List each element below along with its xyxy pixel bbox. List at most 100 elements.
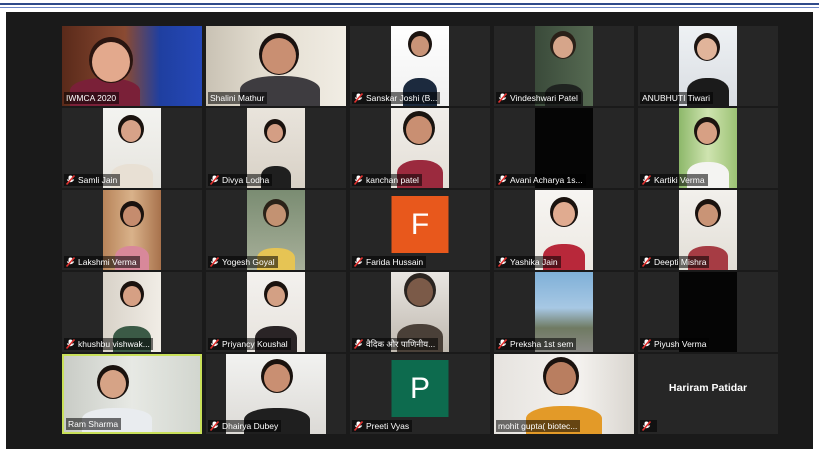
participant-name: Ram Sharma xyxy=(68,419,119,429)
participant-tile[interactable]: Priyancy Koushal xyxy=(206,272,346,352)
participant-name-label: Shalini Mathur xyxy=(208,92,268,104)
participant-name: Divya Lodha xyxy=(222,175,270,185)
participant-name: Preeti Vyas xyxy=(366,421,410,431)
muted-mic-icon xyxy=(641,256,652,268)
participant-name: Samli Jain xyxy=(78,175,118,185)
participant-name: mohit gupta( biotec... xyxy=(498,421,578,431)
participant-tile[interactable]: Yogesh Goyal xyxy=(206,190,346,270)
participant-tile[interactable]: IWMCA 2020 xyxy=(62,26,202,106)
participant-tile[interactable]: Vindeshwari Patel xyxy=(494,26,634,106)
muted-mic-icon xyxy=(497,256,508,268)
participant-name-label: Preeti Vyas xyxy=(352,420,413,432)
participant-name-label: Vindeshwari Patel xyxy=(496,92,581,104)
meeting-stage: IWMCA 2020 Shalini Mathur Sanskar Joshi (B… xyxy=(6,12,813,449)
participant-name: Avani Acharya 1s... xyxy=(510,175,583,185)
participant-name-label: mohit gupta( biotec... xyxy=(496,420,581,432)
participant-name-display: Hariram Patidar xyxy=(668,382,748,394)
participant-name: Deepti Mishra xyxy=(654,257,707,267)
muted-mic-icon xyxy=(497,174,508,186)
participant-tile[interactable]: khushbu vishwak... xyxy=(62,272,202,352)
participant-name-label: Samli Jain xyxy=(64,174,121,186)
muted-mic-icon xyxy=(209,420,220,432)
participant-tile[interactable]: F Farida Hussain xyxy=(350,190,490,270)
muted-mic-icon xyxy=(497,338,508,350)
participant-tile[interactable]: Sanskar Joshi (B... xyxy=(350,26,490,106)
muted-mic-icon xyxy=(353,420,364,432)
participant-name: ANUBHUTI Tiwari xyxy=(642,93,711,103)
muted-mic-icon xyxy=(353,338,364,350)
muted-mic-icon xyxy=(353,174,364,186)
participant-avatar: P xyxy=(391,360,449,417)
participant-tile[interactable]: kanchan patel xyxy=(350,108,490,188)
participant-name: Yashika Jain xyxy=(510,257,558,267)
participant-name-label: IWMCA 2020 xyxy=(64,92,120,104)
participant-name-label: Farida Hussain xyxy=(352,256,427,268)
participant-name: Piyush Verma xyxy=(654,339,707,349)
participant-tile[interactable]: Preksha 1st sem xyxy=(494,272,634,352)
participant-name: Shalini Mathur xyxy=(210,93,265,103)
participant-tile[interactable]: Avani Acharya 1s... xyxy=(494,108,634,188)
participant-name-label: Dhairya Dubey xyxy=(208,420,282,432)
muted-mic-icon xyxy=(353,92,364,104)
participant-tile[interactable]: mohit gupta( biotec... xyxy=(494,354,634,434)
participant-tile[interactable]: Kartiki Verma xyxy=(638,108,778,188)
participant-name: Kartiki Verma xyxy=(654,175,705,185)
participant-tile[interactable]: Hariram Patidar xyxy=(638,354,778,434)
participant-tile[interactable]: Samli Jain xyxy=(62,108,202,188)
participant-name: वैदिक और पाणिनीय... xyxy=(366,339,436,349)
participant-name-label: Piyush Verma xyxy=(640,338,710,350)
participant-name-label xyxy=(640,420,657,432)
top-border-line xyxy=(0,3,819,5)
participant-tile[interactable]: ANUBHUTI Tiwari xyxy=(638,26,778,106)
participant-name-label: वैदिक और पाणिनीय... xyxy=(352,338,439,350)
participant-name: IWMCA 2020 xyxy=(66,93,117,103)
participant-name: Vindeshwari Patel xyxy=(510,93,578,103)
participant-name: Farida Hussain xyxy=(366,257,424,267)
participant-name-label: Preksha 1st sem xyxy=(496,338,577,350)
muted-mic-icon xyxy=(209,338,220,350)
participant-tile[interactable]: Shalini Mathur xyxy=(206,26,346,106)
participant-tile[interactable]: Lakshmi Verma xyxy=(62,190,202,270)
participant-tile[interactable]: Piyush Verma xyxy=(638,272,778,352)
muted-mic-icon xyxy=(641,420,652,432)
participant-name: Sanskar Joshi (B... xyxy=(366,93,438,103)
participant-name-label: Ram Sharma xyxy=(66,418,122,430)
participant-tile[interactable]: Deepti Mishra xyxy=(638,190,778,270)
muted-mic-icon xyxy=(65,256,76,268)
participant-name-label: kanchan patel xyxy=(352,174,422,186)
participant-name: Lakshmi Verma xyxy=(78,257,137,267)
muted-mic-icon xyxy=(209,174,220,186)
participant-name: Dhairya Dubey xyxy=(222,421,279,431)
muted-mic-icon xyxy=(353,256,364,268)
participant-name-label: Yashika Jain xyxy=(496,256,561,268)
participant-gallery: IWMCA 2020 Shalini Mathur Sanskar Joshi (B… xyxy=(62,26,778,434)
muted-mic-icon xyxy=(65,338,76,350)
participant-tile[interactable]: Dhairya Dubey xyxy=(206,354,346,434)
participant-name-label: Sanskar Joshi (B... xyxy=(352,92,441,104)
muted-mic-icon xyxy=(209,256,220,268)
participant-tile[interactable]: Ram Sharma xyxy=(62,354,202,434)
muted-mic-icon xyxy=(641,174,652,186)
top-border-line-secondary xyxy=(0,7,819,8)
participant-name: khushbu vishwak... xyxy=(78,339,150,349)
participant-name: kanchan patel xyxy=(366,175,419,185)
participant-tile[interactable]: P Preeti Vyas xyxy=(350,354,490,434)
muted-mic-icon xyxy=(497,92,508,104)
participant-name-label: Yogesh Goyal xyxy=(208,256,278,268)
participant-name: Priyancy Koushal xyxy=(222,339,288,349)
participant-tile[interactable]: Yashika Jain xyxy=(494,190,634,270)
participant-name-label: Priyancy Koushal xyxy=(208,338,291,350)
participant-name: Yogesh Goyal xyxy=(222,257,275,267)
participant-tile[interactable]: वैदिक और पाणिनीय... xyxy=(350,272,490,352)
participant-name: Preksha 1st sem xyxy=(510,339,574,349)
muted-mic-icon xyxy=(641,338,652,350)
participant-name-label: Lakshmi Verma xyxy=(64,256,140,268)
participant-avatar: F xyxy=(391,196,449,253)
participant-tile[interactable]: Divya Lodha xyxy=(206,108,346,188)
participant-name-label: ANUBHUTI Tiwari xyxy=(640,92,714,104)
participant-name-label: Kartiki Verma xyxy=(640,174,708,186)
muted-mic-icon xyxy=(65,174,76,186)
participant-name-label: Deepti Mishra xyxy=(640,256,710,268)
participant-name-label: khushbu vishwak... xyxy=(64,338,153,350)
participant-name-label: Avani Acharya 1s... xyxy=(496,174,586,186)
